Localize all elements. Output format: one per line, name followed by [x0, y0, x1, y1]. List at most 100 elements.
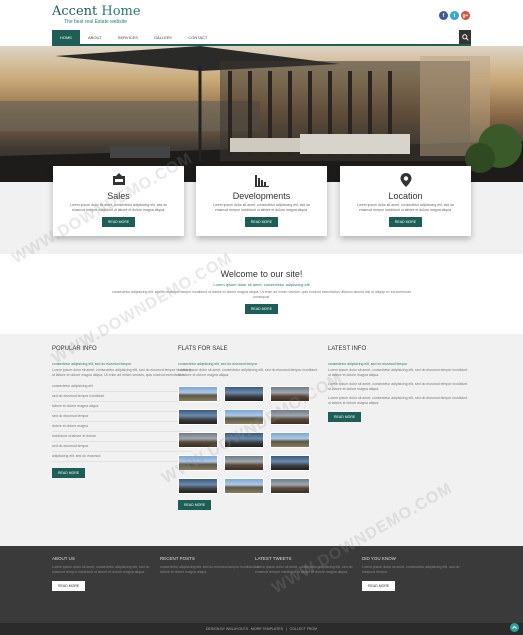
footer-posts-title: RECENT POSTS [160, 556, 195, 561]
sale-tag-icon [112, 173, 125, 185]
site-logo[interactable]: Accent Home The best real Estate website [52, 5, 141, 25]
flat-thumbnail[interactable] [178, 386, 218, 402]
logo-title-part2: Home [101, 4, 141, 19]
flat-thumbnail[interactable] [270, 478, 310, 494]
latest-read-more-button[interactable]: READ MORE [328, 412, 362, 422]
nav-item-gallery[interactable]: GALLERY [146, 30, 180, 44]
welcome-section: Welcome to our site! Lorem ipsum dolor s… [0, 254, 523, 334]
location-read-more-button[interactable]: READ MORE [388, 217, 423, 227]
feature-text: Lorem ipsum dolor sit amet, consectetur … [356, 203, 455, 212]
latest-info-text: Lorem ipsum dolor sit amet, consectetur … [328, 396, 468, 405]
list-item[interactable]: incididunt ut labore et dolore [52, 432, 192, 442]
flats-read-more-button[interactable]: READ MORE [178, 500, 212, 510]
welcome-read-more-button[interactable]: READ MORE [244, 304, 279, 314]
list-item[interactable]: dolore et dolore magna [52, 422, 192, 432]
feature-card-developments: Developments Lorem ipsum dolor sit amet,… [196, 166, 327, 236]
sales-read-more-button[interactable]: READ MORE [101, 217, 136, 227]
flat-thumbnail[interactable] [224, 432, 264, 448]
popular-info-title: POPULAR INFO [52, 346, 97, 352]
flat-thumbnail[interactable] [224, 455, 264, 471]
list-item[interactable]: sed do eiusmod tempor [52, 442, 192, 452]
footer-tweets-title: LATEST TWEETS [255, 556, 292, 561]
popular-info-subtitle: consectetur adipisicing elit, sed do eiu… [52, 362, 132, 366]
logo-title-part1: Accent [52, 4, 98, 19]
list-item[interactable]: sed do eiusmod tempor [52, 412, 192, 422]
footer-about-title: ABOUT US [52, 556, 75, 561]
flat-thumbnail[interactable] [270, 386, 310, 402]
welcome-text: consectetur adipisicing elit, sed do eiu… [111, 290, 412, 299]
list-item[interactable]: adipisicing elit, sed do eiusmod [52, 452, 192, 462]
flat-thumbnail[interactable] [270, 455, 310, 471]
facebook-icon[interactable]: f [439, 11, 448, 20]
developments-read-more-button[interactable]: READ MORE [244, 217, 279, 227]
latest-info-text: Lorem ipsum dolor sit amet, consectetur … [328, 382, 468, 391]
flat-thumbnail[interactable] [178, 478, 218, 494]
footer-posts-text[interactable]: consectetur adipisicing elit, sed do eiu… [160, 565, 265, 575]
latest-info-subtitle: consectetur adipisicing elit, sed do eiu… [328, 362, 408, 366]
footer-know-read-more-button[interactable]: READ MORE [362, 581, 396, 591]
flats-subtitle: consectetur adipisicing elit, sed do eiu… [178, 362, 258, 366]
feature-icon-wrap [53, 172, 184, 190]
footer-did-you-know: DID YOU KNOW Lorem ipsum dolor sit amet,… [362, 556, 467, 591]
social-links: f t g+ [439, 11, 470, 20]
nav-item-services[interactable]: SERVICES [110, 30, 146, 44]
flat-thumbnail[interactable] [270, 432, 310, 448]
nav-item-home[interactable]: HOME [52, 30, 80, 44]
flats-text: Lorem ipsum dolor sit amet, consectetur … [178, 368, 318, 377]
feature-card-location: Location Lorem ipsum dolor sit amet, con… [340, 166, 471, 236]
info-section: POPULAR INFO consectetur adipisicing eli… [0, 334, 523, 546]
flat-thumbnail[interactable] [178, 432, 218, 448]
nav-item-contact[interactable]: CONTACT [180, 30, 215, 44]
popular-info-column: POPULAR INFO consectetur adipisicing eli… [52, 346, 192, 478]
copyright-right[interactable]: COLLECT FROM [290, 627, 317, 631]
footer-recent-posts: RECENT POSTS consectetur adipisicing eli… [160, 556, 265, 575]
welcome-title: Welcome to our site! [220, 269, 303, 279]
logo-subtitle: The best real Estate website [64, 19, 128, 25]
nav-item-about[interactable]: ABOUT [80, 30, 110, 44]
feature-text: Lorem ipsum dolor sit amet, consectetur … [69, 203, 168, 212]
flat-thumbnail[interactable] [224, 386, 264, 402]
arrow-up-icon [512, 625, 517, 629]
search-button[interactable] [459, 30, 471, 44]
footer-know-text: Lorem ipsum dolor sit amet, consectetur … [362, 565, 460, 574]
list-item[interactable]: labore et dolore magna aliqua [52, 402, 192, 412]
welcome-subtitle: Lorem ipsum dolor sit amet, consectetur … [213, 282, 310, 287]
feature-title: Location [388, 191, 423, 201]
map-pin-icon [400, 173, 411, 187]
footer-latest-tweets: LATEST TWEETS Lorem ipsum dolor sit amet… [255, 556, 360, 575]
flats-for-sale-column: FLATS FOR SALE consectetur adipisicing e… [178, 346, 318, 510]
popular-info-text: Lorem ipsum dolor sit amet, consectetur … [52, 368, 192, 377]
feature-card-sales: Sales Lorem ipsum dolor sit amet, consec… [53, 166, 184, 236]
popular-info-list: consectetur adipisicing elit sed do eius… [52, 382, 192, 462]
copyright-left[interactable]: DESIGN BY WGLAYOUTS . MORE TEMPLATES [206, 627, 283, 631]
feature-title: Developments [232, 191, 291, 201]
popular-read-more-button[interactable]: READ MORE [52, 468, 86, 478]
list-item[interactable]: sed do eiusmod tempor incididunt [52, 392, 192, 402]
twitter-icon[interactable]: t [450, 11, 459, 20]
feature-icon-wrap [340, 172, 471, 190]
google-plus-icon[interactable]: g+ [461, 11, 470, 20]
back-to-top-button[interactable] [510, 623, 519, 632]
latest-info-title: LATEST INFO [328, 346, 367, 352]
latest-info-column: LATEST INFO consectetur adipisicing elit… [328, 346, 468, 422]
site-header: Accent Home The best real Estate website… [0, 0, 523, 30]
flat-thumbnail[interactable] [224, 409, 264, 425]
hero-banner-image [0, 46, 523, 182]
flat-thumbnail[interactable] [178, 409, 218, 425]
flats-gallery [178, 386, 318, 494]
footer-about-read-more-button[interactable]: READ MORE [52, 581, 86, 591]
list-item[interactable]: consectetur adipisicing elit [52, 382, 192, 392]
footer-about: ABOUT US Lorem ipsum dolor sit amet, con… [52, 556, 157, 591]
search-icon [461, 33, 469, 41]
flat-thumbnail[interactable] [224, 478, 264, 494]
copyright-bar: DESIGN BY WGLAYOUTS . MORE TEMPLATES | C… [0, 623, 523, 635]
hero-scene [0, 46, 523, 182]
footer-tweets-text: Lorem ipsum dolor sit amet, consectetur … [255, 565, 353, 574]
flat-thumbnail[interactable] [178, 455, 218, 471]
logo-title: Accent Home [52, 5, 141, 18]
bar-chart-icon [254, 175, 269, 187]
footer-know-title: DID YOU KNOW [362, 556, 396, 561]
flat-thumbnail[interactable] [270, 409, 310, 425]
nav-list: HOME ABOUT SERVICES GALLERY CONTACT [52, 30, 471, 44]
feature-title: Sales [107, 191, 130, 201]
